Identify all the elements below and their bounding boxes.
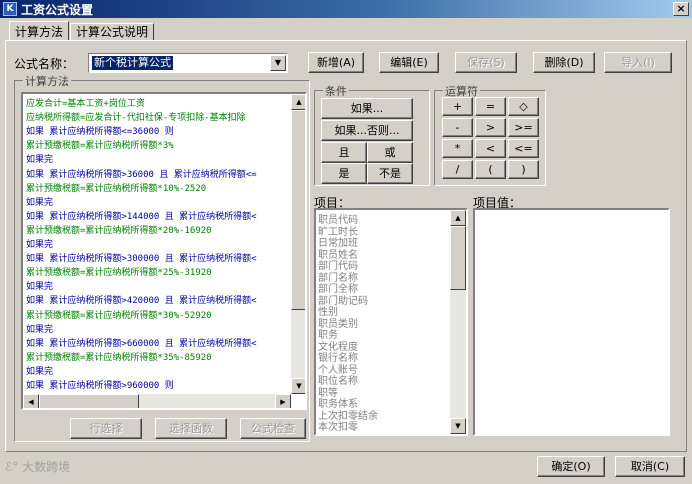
formula-line: 如果完 [26, 155, 54, 166]
formula-line: 应发合计=基本工资+岗位工资 [26, 99, 145, 109]
formula-line: 累计预缴税额=累计应纳税所得额*35%-85920 [26, 352, 212, 363]
formula-line: 累计预缴税额=累计应纳税所得额*30%-52920 [26, 310, 212, 321]
title-bar: K 工资公式设置 × [0, 0, 692, 18]
is-button[interactable]: 是 [321, 163, 367, 184]
or-button[interactable]: 或 [367, 142, 413, 163]
formula-line: 累计预缴税额=累计应纳税所得额*3% [26, 141, 174, 152]
operator-button[interactable]: / [442, 160, 473, 179]
scroll-right-icon[interactable]: ▶ [275, 394, 291, 408]
formula-line: 如果完 [26, 366, 54, 377]
delete-button[interactable]: 删除(D) [533, 52, 595, 73]
app-logo-icon: K [3, 2, 17, 16]
if-else-button[interactable]: 如果...否则... [321, 120, 413, 141]
and-button[interactable]: 且 [321, 142, 367, 163]
scroll-down-icon[interactable]: ▼ [291, 378, 305, 394]
formula-line: 如果 累计应纳税所得额>144000 且 累计应纳税所得额< [26, 211, 257, 222]
condition-title: 条件 [323, 83, 349, 99]
operator-button[interactable]: ( [475, 160, 506, 179]
list-item[interactable]: 本次扣零 [318, 418, 358, 433]
cancel-button[interactable]: 取消(C) [615, 456, 685, 477]
editor-vscrollbar[interactable]: ▲ ▼ [291, 94, 305, 394]
formula-line: 如果完 [26, 282, 54, 293]
formula-line: 累计预缴税额=累计应纳税所得额*25%-31920 [26, 268, 212, 279]
select-function-button[interactable]: 选择函数 [155, 418, 227, 439]
formula-name-value: 新个税计算公式 [92, 56, 173, 70]
operator-button[interactable]: > [475, 118, 506, 137]
is-not-button[interactable]: 不是 [367, 163, 413, 184]
brand-logo-icon: ℰ° [5, 460, 19, 474]
formula-line: 应纳税所得额=应发合计-代扣社保-专项扣除-基本扣除 [26, 113, 246, 124]
formula-line: 如果 累计应纳税所得额<=36000 则 [26, 127, 174, 138]
operator-button[interactable]: = [475, 97, 506, 116]
window-title: 工资公式设置 [21, 2, 94, 17]
formula-check-button[interactable]: 公式检查 [240, 418, 306, 439]
operator-button[interactable]: >= [508, 118, 539, 137]
tab-strip: 计算方法 计算公式说明 [9, 21, 155, 41]
items-scroll-thumb[interactable] [450, 226, 466, 290]
formula-editor[interactable]: 应发合计=基本工资+岗位工资应纳税所得额=应发合计-代扣社保-专项扣除-基本扣除… [21, 92, 307, 410]
edit-button[interactable]: 编辑(E) [379, 52, 439, 73]
formula-line: 累计预缴税额=累计应纳税所得额*20%-16920 [26, 225, 212, 236]
brand-name: 大数跨境 [22, 460, 71, 474]
scroll-thumb[interactable] [291, 110, 305, 310]
formula-line: 如果 累计应纳税所得额>660000 且 累计应纳税所得额< [26, 338, 257, 349]
brand-watermark: ℰ° 大数跨境 [5, 458, 70, 475]
formula-line: 如果 累计应纳税所得额>300000 且 累计应纳税所得额< [26, 254, 257, 265]
items-list[interactable]: 职员代码 旷工时长 日常加班 职员姓名 部门代码 部门名称 部门全称 部门助记码 性别 职员类别职… [314, 208, 468, 436]
ok-button[interactable]: 确定(O) [537, 456, 605, 477]
formula-line: 如果完 [26, 240, 54, 250]
calc-method-title: 计算方法 [23, 73, 71, 89]
scroll-up-icon[interactable]: ▲ [291, 94, 305, 110]
formula-name-select[interactable]: 新个税计算公式 ▼ [88, 53, 288, 73]
operator-button[interactable]: + [442, 97, 473, 116]
operator-button[interactable]: <= [508, 139, 539, 158]
operator-button[interactable]: - [442, 118, 473, 137]
scroll-left-icon[interactable]: ◀ [23, 394, 39, 408]
scroll-up-icon[interactable]: ▲ [450, 210, 466, 226]
items-vscrollbar[interactable]: ▲ ▼ [450, 210, 466, 434]
close-button[interactable]: × [673, 2, 689, 16]
hscroll-thumb[interactable] [39, 394, 139, 408]
operator-button[interactable]: * [442, 139, 473, 158]
add-button[interactable]: 新增(A) [308, 52, 364, 73]
editor-hscrollbar[interactable]: ◀ ▶ [23, 394, 291, 408]
formula-line: 累计预缴税额=累计应纳税所得额*10%-2520 [26, 183, 207, 194]
chevron-down-icon[interactable]: ▼ [270, 55, 286, 71]
formula-name-label: 公式名称： [14, 57, 75, 71]
save-button[interactable]: 保存(S) [455, 52, 517, 73]
item-value-list[interactable] [473, 208, 670, 436]
formula-line: 如果完 [26, 324, 54, 335]
import-button[interactable]: 导入(I) [604, 52, 672, 73]
operator-button[interactable]: < [475, 139, 506, 158]
scroll-down-icon[interactable]: ▼ [450, 418, 466, 434]
tab-formula-help[interactable]: 计算公式说明 [70, 23, 155, 41]
tab-calc-method[interactable]: 计算方法 [9, 21, 70, 41]
formula-line: 如果 累计应纳税所得额>420000 且 累计应纳税所得额< [26, 296, 257, 307]
formula-line: 如果 累计应纳税所得额>960000 则 [26, 381, 174, 391]
formula-line: 如果 累计应纳税所得额>36000 且 累计应纳税所得额<= [26, 169, 257, 180]
operator-button[interactable]: ◇ [508, 97, 539, 116]
formula-line: 如果完 [26, 197, 54, 208]
row-select-button[interactable]: 行选择 [70, 418, 142, 439]
operator-button[interactable]: ) [508, 160, 539, 179]
if-button[interactable]: 如果... [321, 98, 413, 119]
